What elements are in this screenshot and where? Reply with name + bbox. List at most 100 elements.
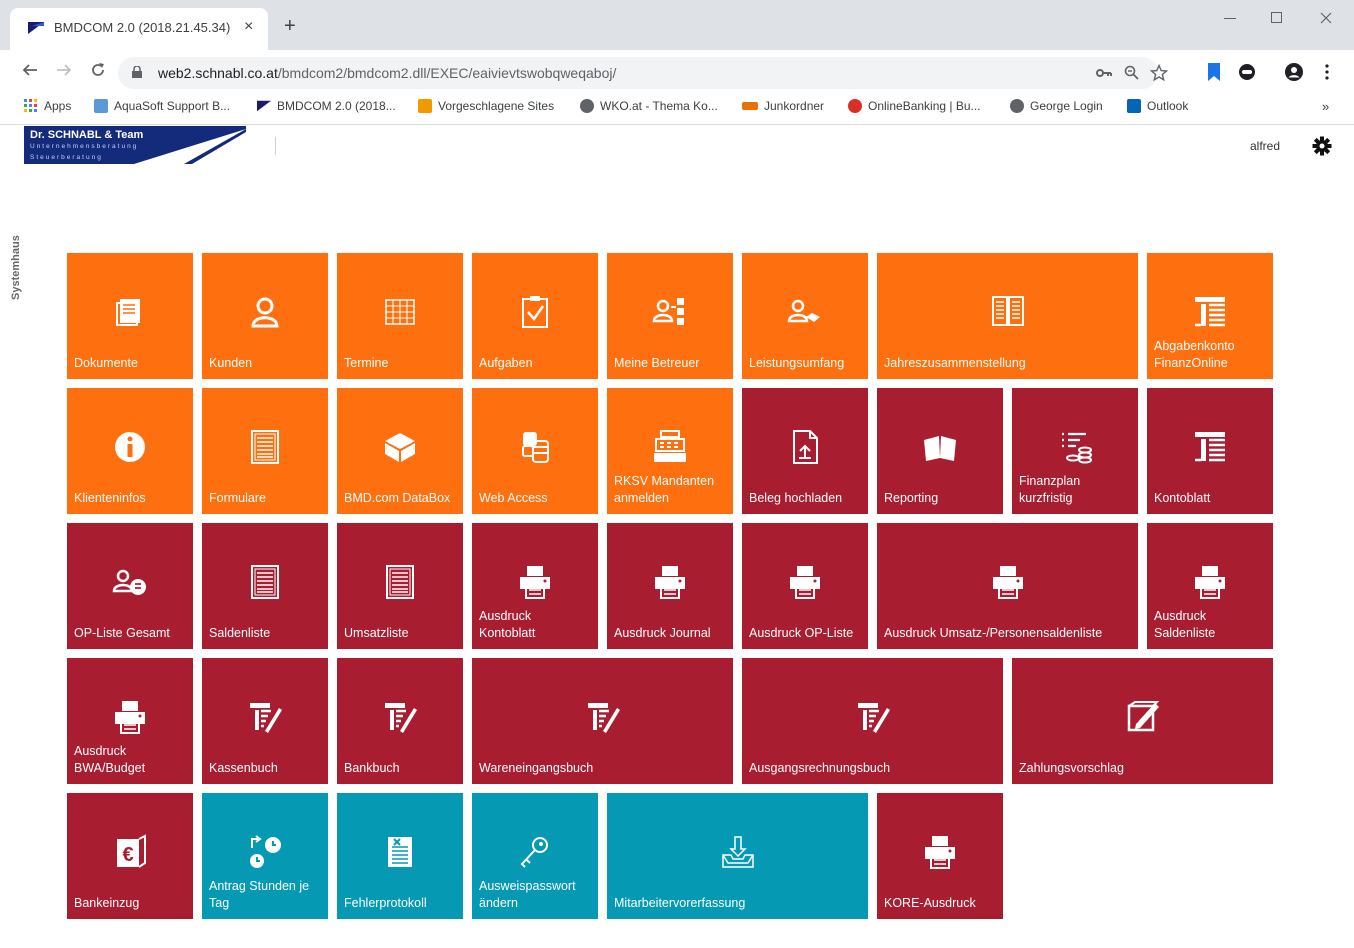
tile-label: Mitarbeitervorerfassung [614, 896, 746, 910]
menu-dots-icon[interactable] [1324, 64, 1330, 80]
user-name[interactable]: alfred [1250, 139, 1280, 153]
tile-zahlungsvorschlag[interactable]: Zahlungsvorschlag [1012, 658, 1273, 784]
tile-ausdruck-umsatz-personensaldenliste[interactable]: Ausdruck Umsatz-/Personensaldenliste [877, 523, 1138, 649]
tile-kunden[interactable]: Kunden [202, 253, 328, 379]
tile-label: Bankeinzug [74, 896, 140, 910]
gear-icon[interactable] [1312, 136, 1332, 156]
tile-ausdruck-saldenliste[interactable]: Ausdruck Saldenliste [1147, 523, 1273, 649]
minimize-icon[interactable] [1224, 18, 1236, 20]
tile-op-liste-gesamt[interactable]: OP-Liste Gesamt [67, 523, 193, 649]
extension-icon[interactable] [1238, 63, 1256, 81]
globe-icon [1010, 99, 1024, 113]
apps-grid-icon [24, 99, 37, 112]
edit-box-icon [1012, 698, 1273, 736]
tile-klienteninfos[interactable]: Klienteninfos [67, 388, 193, 514]
bookmark-label: AquaSoft Support B... [114, 99, 231, 113]
tile-abgabenkonto-finanzonline[interactable]: Abgabenkonto FinanzOnline [1147, 253, 1273, 379]
outlook-icon [1127, 99, 1141, 113]
tile-web-access[interactable]: Web Access [472, 388, 598, 514]
tile-label: Ausweispasswort ändern [479, 879, 576, 910]
address-bar[interactable]: web2.schnabl.co.at/bmdcom2/bmdcom2.dll/E… [118, 57, 1168, 89]
globe-icon [580, 99, 594, 113]
tile-label: Formulare [209, 491, 266, 505]
tile-label: Meine Betreuer [614, 356, 700, 370]
form-icon [337, 563, 463, 601]
profile-icon[interactable] [1284, 62, 1304, 82]
maximize-icon[interactable] [1271, 12, 1283, 24]
tile-finanzplan-kurzfristig[interactable]: Finanzplan kurzfristig [1012, 388, 1138, 514]
bookmark-onlinebanking[interactable]: OnlineBanking | Bu... [848, 99, 981, 113]
tile-rksv-mandanten-anmelden[interactable]: RKSV Mandanten anmelden [607, 388, 733, 514]
tile-bankbuch[interactable]: Bankbuch [337, 658, 463, 784]
bookmarks-overflow[interactable]: » [1322, 99, 1329, 114]
tile-ausdruck-kontoblatt[interactable]: Ausdruck Kontoblatt [472, 523, 598, 649]
tile-label: Bankbuch [344, 761, 400, 775]
tile-beleg-hochladen[interactable]: Beleg hochladen [742, 388, 868, 514]
tile-antrag-stunden-je-tag[interactable]: Antrag Stunden je Tag [202, 793, 328, 919]
tile-ausweispasswort-ändern[interactable]: Ausweispasswort ändern [472, 793, 598, 919]
tile-formulare[interactable]: Formulare [202, 388, 328, 514]
bookmark-apps[interactable]: Apps [24, 99, 71, 113]
database-icon [472, 428, 598, 466]
bookmark-bmdcom[interactable]: BMDCOM 2.0 (2018... [257, 99, 396, 113]
tile-wareneingangsbuch[interactable]: Wareneingangsbuch [472, 658, 733, 784]
tile-kore-ausdruck[interactable]: KORE-Ausdruck [877, 793, 1003, 919]
tile-ausdruck-bwa-budget[interactable]: Ausdruck BWA/Budget [67, 658, 193, 784]
forward-icon[interactable] [56, 62, 72, 78]
bookmark-extension-icon[interactable] [1207, 63, 1221, 81]
printer-icon [877, 833, 1003, 871]
tile-label: Fehlerprotokoll [344, 896, 427, 910]
tile-leistungsumfang[interactable]: Leistungsumfang [742, 253, 868, 379]
bmd-favicon-icon [257, 100, 271, 112]
clipboard-check-icon [472, 293, 598, 331]
bookmark-outlook[interactable]: Outlook [1127, 99, 1188, 113]
tile-label: Leistungsumfang [749, 356, 845, 370]
tab-close-icon[interactable]: × [244, 18, 253, 36]
tile-bankeinzug[interactable]: € Bankeinzug [67, 793, 193, 919]
bookmark-aquasoft[interactable]: AquaSoft Support B... [94, 99, 230, 113]
upload-document-icon [742, 428, 868, 466]
printer-icon [1147, 563, 1273, 601]
tile-aufgaben[interactable]: Aufgaben [472, 253, 598, 379]
new-tab-button[interactable]: + [284, 16, 296, 36]
tile-label: Klienteninfos [74, 491, 146, 505]
tile-label: Dokumente [74, 356, 138, 370]
printer-icon [67, 698, 193, 736]
tile-label: Saldenliste [209, 626, 271, 640]
tile-bmd-com-databox[interactable]: BMD.com DataBox [337, 388, 463, 514]
bookmark-junkordner[interactable]: Junkordner [742, 99, 824, 113]
tile-label: Web Access [479, 491, 548, 505]
tile-ausdruck-op-liste[interactable]: Ausdruck OP-Liste [742, 523, 868, 649]
zoom-icon[interactable] [1124, 65, 1140, 81]
tile-jahreszusammenstellung[interactable]: Jahreszusammenstellung [877, 253, 1138, 379]
clock-icon [202, 833, 328, 871]
bookmark-george[interactable]: George Login [1010, 99, 1103, 113]
key-password-icon[interactable] [1096, 66, 1112, 80]
url-path: /bmdcom2/bmdcom2.dll/EXEC/eaivievtswobqw… [277, 65, 617, 81]
tile-mitarbeitervorerfassung[interactable]: Mitarbeitervorerfassung [607, 793, 868, 919]
tile-kassenbuch[interactable]: Kassenbuch [202, 658, 328, 784]
tile-meine-betreuer[interactable]: Meine Betreuer [607, 253, 733, 379]
tile-umsatzliste[interactable]: Umsatzliste [337, 523, 463, 649]
star-icon[interactable] [1150, 64, 1168, 82]
tile-label: RKSV Mandanten anmelden [614, 474, 715, 505]
close-window-icon[interactable] [1320, 12, 1332, 24]
tile-termine[interactable]: Termine [337, 253, 463, 379]
tile-fehlerprotokoll[interactable]: Fehlerprotokoll [337, 793, 463, 919]
tile-reporting[interactable]: Reporting [877, 388, 1003, 514]
bookmark-vorgeschlagene[interactable]: Vorgeschlagene Sites [418, 99, 554, 113]
reload-icon[interactable] [90, 62, 106, 78]
tile-saldenliste[interactable]: Saldenliste [202, 523, 328, 649]
tile-ausdruck-journal[interactable]: Ausdruck Journal [607, 523, 733, 649]
tile-ausgangsrechnungsbuch[interactable]: Ausgangsrechnungsbuch [742, 658, 1003, 784]
tile-dokumente[interactable]: Dokumente [67, 253, 193, 379]
tile-kontoblatt[interactable]: Kontoblatt [1147, 388, 1273, 514]
bookmark-wko[interactable]: WKO.at - Thema Ko... [580, 99, 718, 113]
browser-tab[interactable]: BMDCOM 2.0 (2018.21.45.34) × [10, 8, 268, 50]
back-icon[interactable] [22, 62, 38, 78]
tile-label: Zahlungsvorschlag [1019, 761, 1124, 775]
tile-label: Kassenbuch [209, 761, 278, 775]
browser-toolbar: web2.schnabl.co.at/bmdcom2/bmdcom2.dll/E… [0, 50, 1354, 94]
url-host: web2.schnabl.co.at [158, 65, 278, 81]
bookmark-label: George Login [1030, 99, 1103, 113]
